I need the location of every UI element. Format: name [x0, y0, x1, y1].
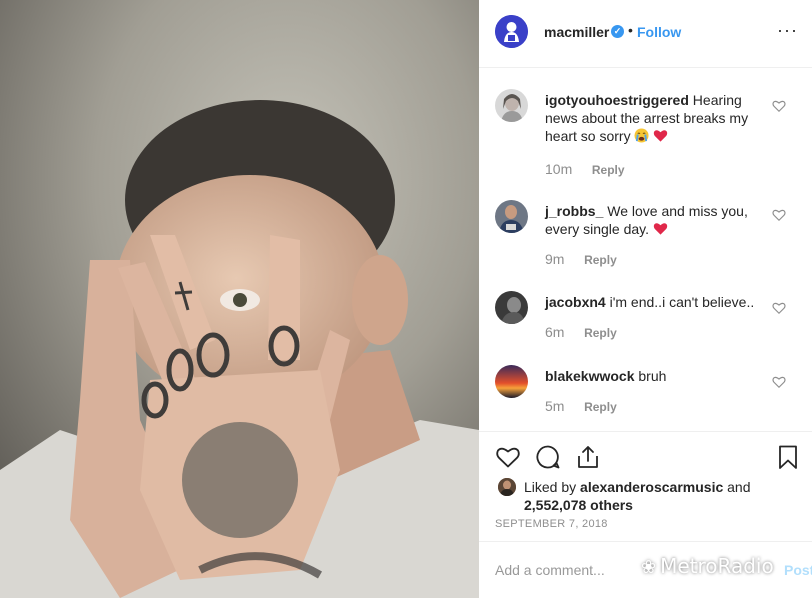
comment-body: bruh: [638, 368, 667, 384]
comments-list[interactable]: igotyouhoestriggered Hearing news about …: [479, 69, 812, 431]
commenter-avatar[interactable]: [495, 200, 528, 233]
avatar-photo-icon: [498, 478, 516, 496]
comment-timestamp: 6m: [545, 324, 565, 340]
avatar-photo-icon: [495, 200, 528, 233]
comment-timestamp: 10m: [545, 161, 573, 177]
like-comment-heart-icon[interactable]: [772, 208, 786, 222]
reply-button[interactable]: Reply: [584, 326, 617, 340]
post-actions: Liked by alexanderoscarmusic and 2,552,0…: [479, 431, 812, 541]
watermark-text: MetroRadio: [660, 554, 774, 578]
comment-username[interactable]: jacobxn4: [545, 294, 606, 310]
comment-meta: 10m Reply: [545, 161, 625, 177]
add-comment-bar: Post ❀MetroRadio: [479, 541, 812, 598]
avatar-photo-icon: [495, 291, 528, 324]
post-comment-button[interactable]: Post: [784, 562, 812, 578]
portrait-illustration: [0, 0, 479, 598]
reply-button[interactable]: Reply: [592, 163, 625, 177]
comment-text: igotyouhoestriggered Hearing news about …: [545, 91, 759, 145]
liked-by-and: and: [727, 479, 751, 495]
share-icon[interactable]: [575, 444, 601, 470]
liker-username[interactable]: alexanderoscarmusic: [580, 479, 723, 495]
wechat-icon: ❀: [641, 557, 657, 578]
comment-timestamp: 9m: [545, 251, 565, 267]
bookmark-icon[interactable]: [775, 444, 801, 470]
comment-meta: 5m Reply: [545, 398, 617, 414]
more-options-icon[interactable]: ···: [777, 20, 798, 41]
liker-avatar[interactable]: [498, 478, 516, 496]
post-sidebar: macmiller ✓ • Follow ··· igotyouhoestrig…: [479, 0, 812, 598]
comment-username[interactable]: j_robbs_: [545, 203, 603, 219]
commenter-avatar[interactable]: [495, 291, 528, 324]
watermark: ❀ MetroRadio: [641, 554, 774, 578]
comment-timestamp: 5m: [545, 398, 565, 414]
commenter-avatar[interactable]: [495, 365, 528, 398]
like-comment-heart-icon[interactable]: [772, 301, 786, 315]
post-date[interactable]: SEPTEMBER 7, 2018: [495, 518, 608, 530]
post-photo[interactable]: [0, 0, 479, 598]
comment-text: j_robbs_ We love and miss you, every sin…: [545, 202, 759, 238]
avatar-sunset-icon: [495, 365, 528, 398]
like-heart-icon[interactable]: [495, 444, 521, 470]
comment-bubble-icon[interactable]: [535, 444, 561, 470]
like-comment-heart-icon[interactable]: [772, 99, 786, 113]
post-header: macmiller ✓ • Follow ···: [479, 0, 812, 68]
liked-by-prefix: Liked by: [524, 479, 577, 495]
likes-count[interactable]: 2,552,078 others: [524, 497, 633, 513]
like-comment-heart-icon[interactable]: [772, 375, 786, 389]
likes-text: Liked by alexanderoscarmusic and 2,552,0…: [524, 478, 764, 514]
commenter-avatar[interactable]: [495, 89, 528, 122]
comment-username[interactable]: igotyouhoestriggered: [545, 92, 689, 108]
comment-username[interactable]: blakekwwock: [545, 368, 635, 384]
comment-meta: 6m Reply: [545, 324, 617, 340]
reply-button[interactable]: Reply: [584, 253, 617, 267]
profile-logo-icon: [495, 15, 528, 48]
separator-dot: •: [628, 22, 633, 38]
follow-button[interactable]: Follow: [637, 24, 681, 40]
avatar[interactable]: [495, 15, 528, 48]
verified-badge-icon: ✓: [611, 25, 624, 38]
avatar-photo-icon: [495, 89, 528, 122]
red-heart-icon: [653, 223, 668, 235]
comment-text: blakekwwock bruh: [545, 367, 759, 385]
crying-face-icon: [634, 128, 650, 143]
post-author-username[interactable]: macmiller: [544, 24, 609, 40]
comment-text: jacobxn4 i'm end..i can't believe..: [545, 293, 775, 311]
comment-body: i'm end..i can't believe..: [609, 294, 755, 310]
red-heart-icon: [654, 130, 668, 142]
comment-meta: 9m Reply: [545, 251, 617, 267]
reply-button[interactable]: Reply: [584, 400, 617, 414]
